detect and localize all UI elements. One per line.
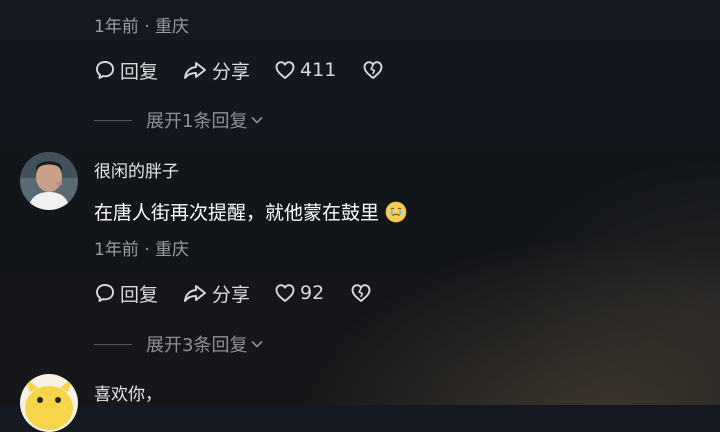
chevron-down-icon bbox=[251, 340, 264, 348]
comment-text-content: 在唐人街再次提醒，就他蒙在鼓里 bbox=[94, 202, 380, 224]
share-button[interactable]: 分享 bbox=[182, 57, 250, 84]
comment-bubble-icon bbox=[96, 284, 114, 302]
user-avatar-image bbox=[20, 152, 78, 210]
comment-actions: 回复 分享 92 bbox=[94, 279, 400, 307]
comment-username[interactable]: 很闲的胖子 bbox=[94, 157, 179, 182]
share-label: 分享 bbox=[212, 60, 251, 83]
like-button[interactable]: 411 bbox=[274, 59, 336, 81]
expand-replies-label: 展开3条回复 bbox=[146, 335, 248, 356]
avatar[interactable] bbox=[20, 152, 78, 210]
comment-actions: 回复 分享 411 bbox=[94, 56, 412, 84]
dislike-button[interactable] bbox=[350, 282, 376, 304]
comment-meta: 1年前 · 重庆 bbox=[94, 240, 190, 260]
comment-text: 在唐人街再次提醒，就他蒙在鼓里 bbox=[94, 198, 407, 225]
share-button[interactable]: 分享 bbox=[182, 280, 250, 307]
expand-replies-label: 展开1条回复 bbox=[146, 111, 248, 132]
heart-icon bbox=[275, 284, 295, 302]
comment-bubble-icon bbox=[96, 61, 114, 79]
expand-replies-button[interactable]: 展开1条回复 bbox=[94, 107, 265, 133]
divider-line bbox=[94, 343, 132, 345]
reply-label: 回复 bbox=[120, 283, 159, 306]
pikachu-avatar-image bbox=[20, 374, 78, 432]
broken-heart-icon bbox=[351, 284, 371, 302]
heart-icon bbox=[275, 61, 295, 79]
like-count: 92 bbox=[300, 282, 325, 304]
divider-line bbox=[94, 119, 132, 121]
share-label: 分享 bbox=[212, 283, 251, 306]
reply-button[interactable]: 回复 bbox=[94, 57, 158, 84]
dislike-button[interactable] bbox=[362, 59, 388, 81]
like-button[interactable]: 92 bbox=[274, 282, 324, 304]
crying-face-emoji-icon bbox=[385, 201, 407, 222]
avatar[interactable] bbox=[20, 374, 78, 432]
broken-heart-icon bbox=[363, 61, 383, 79]
expand-replies-button[interactable]: 展开3条回复 bbox=[94, 331, 265, 357]
chevron-down-icon bbox=[251, 116, 264, 124]
share-arrow-icon bbox=[184, 62, 206, 79]
comment-username[interactable]: 喜欢你， bbox=[94, 380, 162, 405]
like-count: 411 bbox=[300, 59, 337, 81]
share-arrow-icon bbox=[184, 285, 206, 302]
reply-button[interactable]: 回复 bbox=[94, 280, 158, 307]
comment-meta: 1年前 · 重庆 bbox=[94, 17, 190, 37]
reply-label: 回复 bbox=[120, 60, 159, 83]
